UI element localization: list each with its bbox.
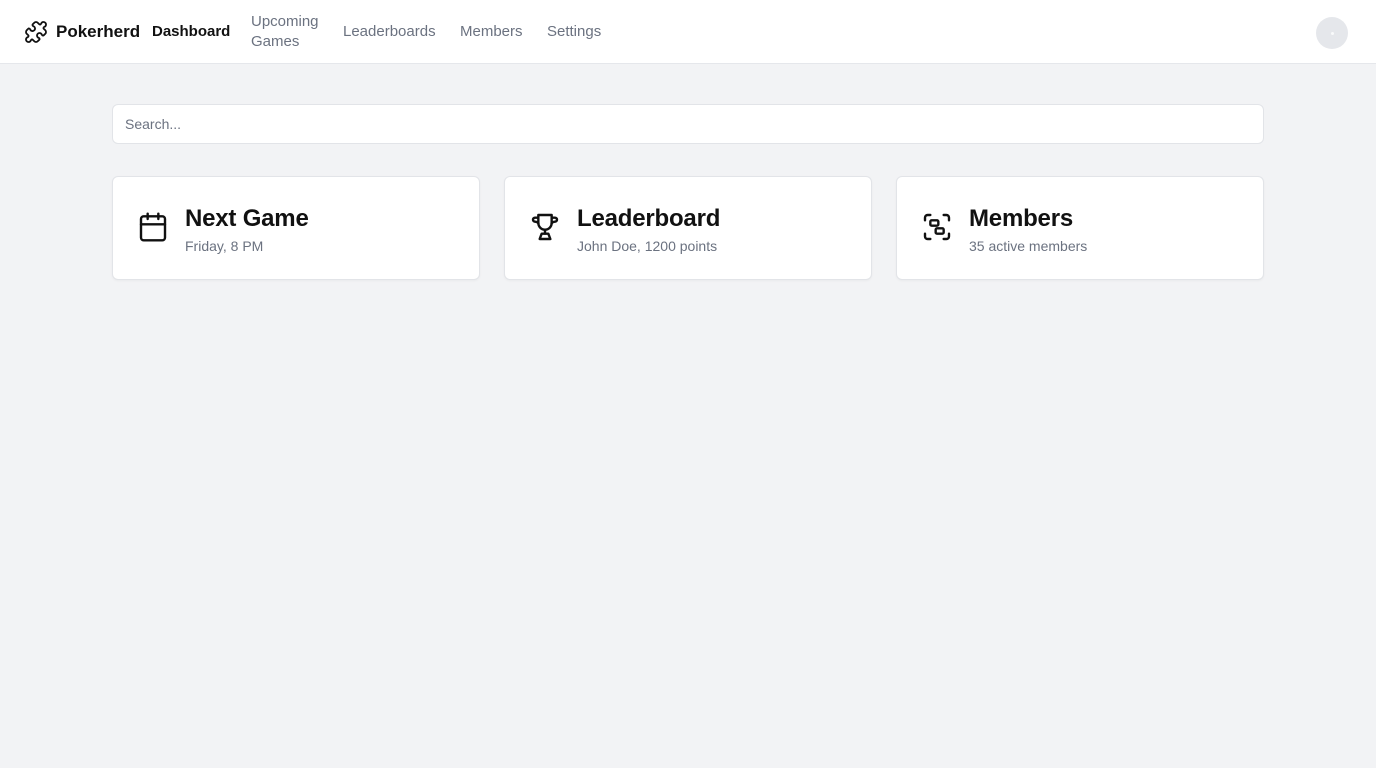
app-name: Pokerherd [56,22,141,41]
brand[interactable]: Pokerherd [24,19,140,45]
search-input[interactable] [112,104,1264,144]
card-title: Next Game [185,205,309,232]
nav-dashboard[interactable]: Dashboard [152,22,230,42]
card-subtitle: 35 active members [969,238,1088,254]
trophy-icon [529,211,561,243]
puzzle-icon [24,20,48,44]
scan-group-icon [921,211,953,243]
card-subtitle: Friday, 8 PM [185,238,264,254]
nav-settings[interactable]: Settings [547,22,601,42]
avatar-placeholder [1330,31,1334,35]
card-title: Leaderboard [577,205,721,232]
nav-upcoming-games[interactable]: Upcoming Games [251,12,331,52]
members-card[interactable]: Members 35 active members [896,176,1264,280]
user-avatar[interactable] [1316,17,1348,49]
nav-leaderboards[interactable]: Leaderboards [343,22,436,42]
next-game-card[interactable]: Next Game Friday, 8 PM [112,176,480,280]
card-title: Members [969,205,1073,232]
calendar-icon [137,211,169,243]
nav-members[interactable]: Members [460,22,523,42]
leaderboard-card[interactable]: Leaderboard John Doe, 1200 points [504,176,872,280]
top-navigation-bar: Pokerherd Dashboard Upcoming Games Leade… [0,0,1376,64]
card-subtitle: John Doe, 1200 points [577,238,718,254]
